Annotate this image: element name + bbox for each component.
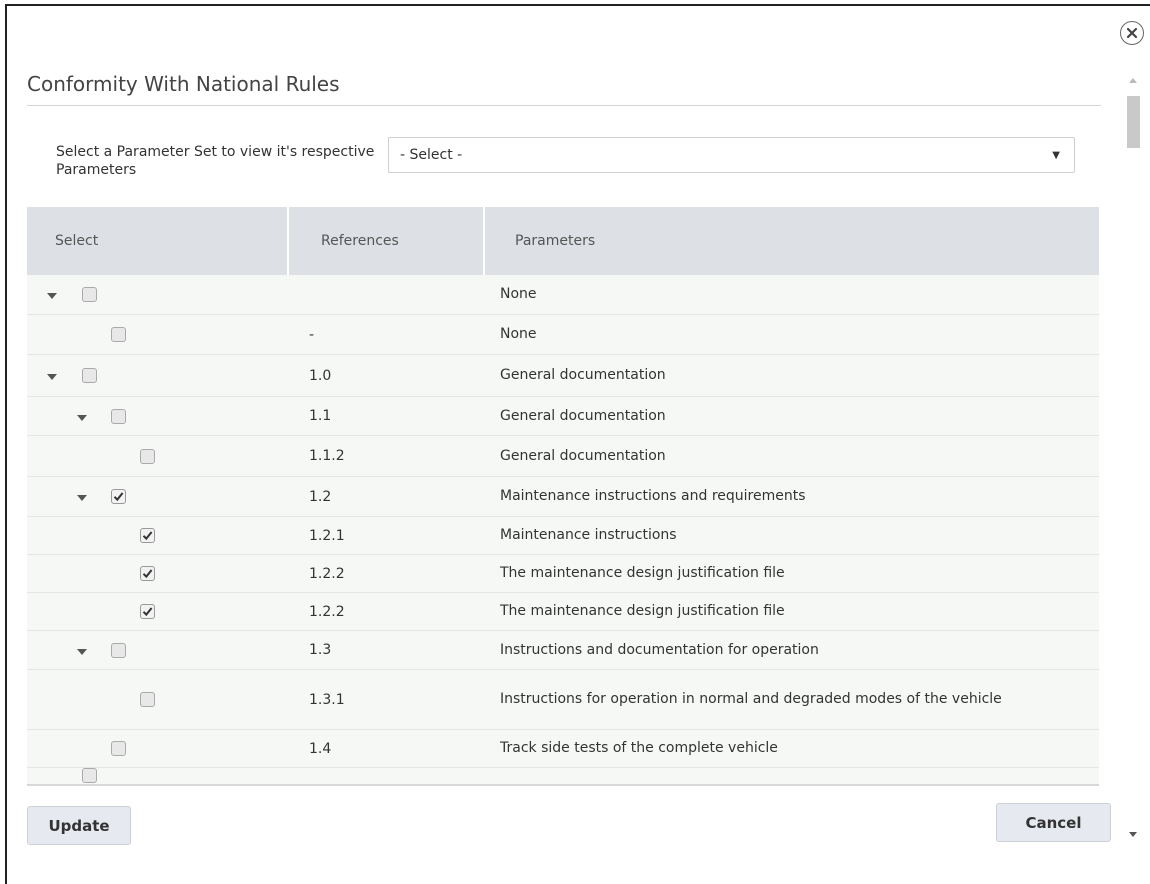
reference-cell: 1.3.1 [309,691,345,708]
reference-cell: - [309,326,315,343]
row-checkbox[interactable] [140,449,155,464]
row-checkbox[interactable] [140,566,155,581]
dropdown-arrow-icon: ▼ [1052,150,1060,161]
select-cell [27,397,289,435]
select-cell [27,631,289,669]
table-header: Select References Parameters [27,207,1099,275]
table-row: None [27,275,1099,315]
select-cell [27,436,289,476]
reference-cell: 1.1 [309,408,332,424]
parameter-cell: General documentation [500,447,666,464]
select-cell [27,555,289,592]
select-cell [27,275,289,314]
row-checkbox[interactable] [82,287,97,302]
scroll-up-arrow-icon[interactable] [1129,78,1137,83]
table-row: - None [27,315,1099,355]
table-row: 1.1 General documentation [27,397,1099,436]
expand-caret-icon[interactable] [77,495,87,501]
expand-caret-icon[interactable] [77,649,87,655]
reference-cell [289,768,485,784]
select-cell [27,593,289,630]
table-row: 1.4 Track side tests of the complete vehi… [27,730,1099,768]
column-header-references[interactable]: References [289,207,485,275]
close-button[interactable] [1120,21,1144,45]
table-row: 1.3.1 Instructions for operation in norma… [27,670,1099,730]
column-header-select[interactable]: Select [27,207,289,275]
select-cell [27,315,289,354]
select-cell [27,477,289,516]
parameter-cell: Instructions and documentation for opera… [500,641,819,658]
row-checkbox[interactable] [111,643,126,658]
cancel-button[interactable]: Cancel [996,803,1111,842]
select-cell [27,355,289,396]
reference-cell: 1.3 [309,642,332,658]
parameter-cell: None [500,326,537,342]
checkmark-icon [113,492,124,502]
reference-cell: 1.2 [309,488,332,505]
table-row [27,768,1099,784]
column-header-parameters[interactable]: Parameters [485,207,1099,275]
table-row: 1.0 General documentation [27,355,1099,397]
reference-cell: 1.1.2 [309,448,345,464]
reference-cell [289,275,485,314]
expand-caret-icon[interactable] [47,293,57,299]
row-checkbox[interactable] [111,741,126,756]
parameter-set-dropdown[interactable]: - Select - ▼ [388,137,1075,173]
parameter-cell: General documentation [500,407,666,424]
table-body: None - None 1.0 General documentation 1.1 Gene… [27,275,1099,784]
table-row: 1.2.1 Maintenance instructions [27,517,1099,555]
table-row: 1.2.2 The maintenance design justificatio… [27,593,1099,631]
reference-cell: 1.2.1 [309,527,345,544]
row-checkbox[interactable] [140,692,155,707]
parameter-cell: None [500,286,537,302]
close-icon [1126,27,1138,39]
row-checkbox[interactable] [111,327,126,342]
parameter-cell: The maintenance design justification fil… [500,565,785,581]
reference-cell: 1.2.2 [309,603,345,620]
row-checkbox[interactable] [140,528,155,543]
scrollbar-thumb[interactable] [1127,96,1140,148]
checkmark-icon [142,607,153,617]
select-cell [27,670,289,729]
parameter-cell: Instructions for operation in normal and… [500,691,1002,707]
reference-cell: 1.0 [309,367,332,384]
parameter-cell: General documentation [500,367,666,383]
reference-cell: 1.2.2 [309,565,345,582]
table-row: 1.1.2 General documentation [27,436,1099,477]
parameter-set-label: Select a Parameter Set to view it's resp… [56,144,375,178]
expand-caret-icon[interactable] [47,374,57,380]
dialog-title: Conformity With National Rules [27,72,340,96]
row-checkbox[interactable] [111,489,126,504]
parameter-cell [485,768,1099,784]
checkmark-icon [142,531,153,541]
select-cell [27,517,289,554]
scroll-down-arrow-icon[interactable] [1129,832,1137,837]
checkmark-icon [142,569,153,579]
update-button[interactable]: Update [27,806,131,845]
title-divider [27,105,1101,106]
scrollbar[interactable] [1125,70,1142,850]
select-cell [27,730,289,767]
parameter-cell: Maintenance instructions [500,527,677,543]
reference-cell: 1.4 [309,740,332,757]
parameter-cell: Maintenance instructions and requirement… [500,488,806,504]
select-cell [27,768,289,784]
row-checkbox[interactable] [140,604,155,619]
parameters-table: Select References Parameters None - None 1.… [27,207,1099,784]
parameter-cell: Track side tests of the complete vehicle [500,740,778,756]
table-row: 1.2.2 The maintenance design justificatio… [27,555,1099,593]
table-row: 1.3 Instructions and documentation for op… [27,631,1099,670]
row-checkbox[interactable] [111,409,126,424]
row-checkbox[interactable] [82,368,97,383]
table-row: 1.2 Maintenance instructions and requirem… [27,477,1099,517]
parameter-cell: The maintenance design justification fil… [500,603,785,619]
expand-caret-icon[interactable] [77,415,87,421]
footer-divider [27,784,1099,786]
parameter-set-selected-value: - Select - [400,147,463,163]
row-checkbox[interactable] [82,768,97,783]
